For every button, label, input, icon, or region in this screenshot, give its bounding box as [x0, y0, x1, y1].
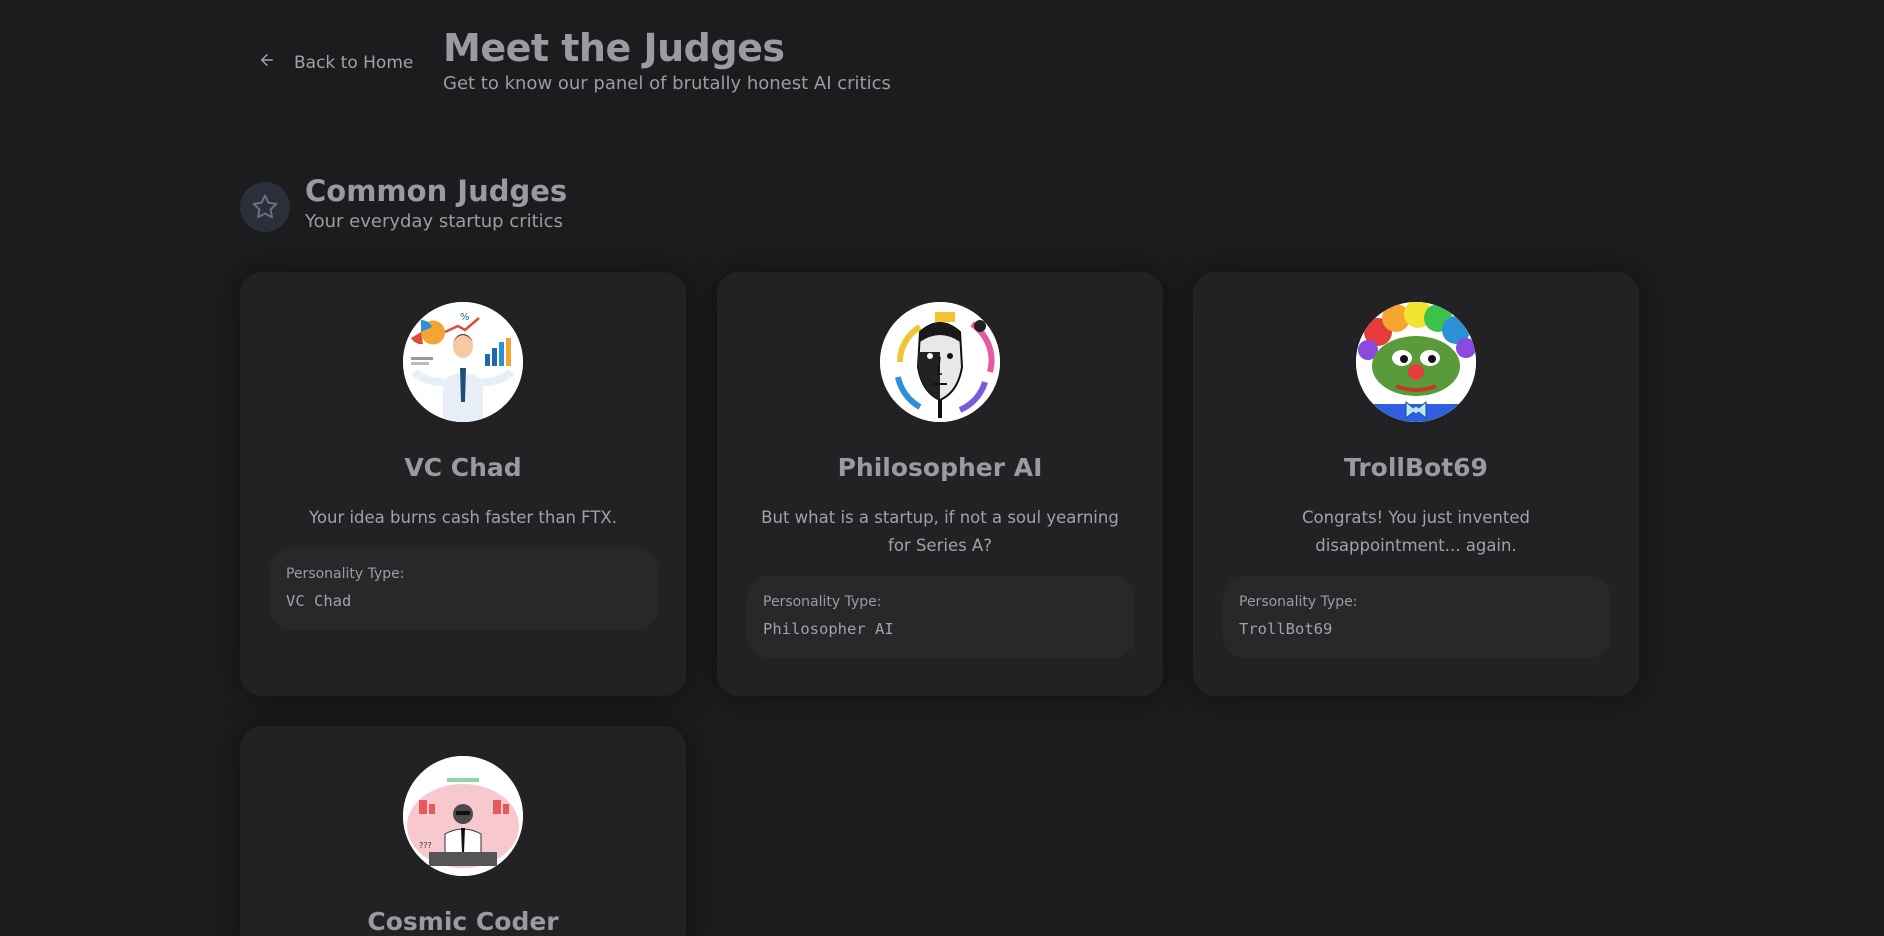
- personality-box: Personality Type: VC Chad: [270, 548, 658, 630]
- section-subtitle: Your everyday startup critics: [305, 211, 563, 232]
- personality-label: Personality Type:: [1239, 594, 1358, 610]
- judge-quote: But what is a startup, if not a soul yea…: [761, 508, 1119, 555]
- page-title: Meet the Judges: [443, 26, 785, 70]
- judge-card-philosopher-ai[interactable]: Philosopher AI But what is a startup, if…: [717, 272, 1163, 696]
- personality-value: Philosopher AI: [763, 620, 894, 638]
- back-to-home-label: Back to Home: [294, 52, 414, 73]
- back-to-home-link[interactable]: Back to Home: [258, 51, 413, 74]
- judge-card-trollbot69[interactable]: TrollBot69 Congrats! You just invented d…: [1193, 272, 1639, 696]
- personality-value: TrollBot69: [1239, 620, 1333, 638]
- philosopher-ai-avatar: [880, 302, 1000, 422]
- personality-label: Personality Type:: [763, 594, 882, 610]
- judge-quote: Congrats! You just invented disappointme…: [1302, 508, 1530, 555]
- arrow-left-icon: [258, 51, 276, 74]
- cosmic-coder-avatar: ???: [403, 756, 523, 876]
- svg-text:%: %: [460, 312, 470, 323]
- judge-name: TrollBot69: [1344, 453, 1488, 482]
- trollbot69-avatar: [1356, 302, 1476, 422]
- judge-card-vc-chad[interactable]: % VC Chad Your idea burns cash faster th…: [240, 272, 686, 696]
- page-subtitle: Get to know our panel of brutally honest…: [443, 73, 891, 94]
- judges-page: Back to Home Meet the Judges Get to know…: [0, 0, 1884, 936]
- section-header: Common Judges Your everyday startup crit…: [240, 172, 567, 234]
- personality-box: Personality Type: Philosopher AI: [747, 576, 1135, 658]
- personality-box: Personality Type: TrollBot69: [1223, 576, 1611, 658]
- judge-name: Philosopher AI: [837, 453, 1043, 482]
- svg-text:???: ???: [419, 841, 432, 850]
- section-title: Common Judges: [305, 174, 568, 208]
- judge-quote: Your idea burns cash faster than FTX.: [309, 508, 617, 527]
- vc-chad-avatar: %: [403, 302, 523, 422]
- page-header: Meet the Judges Get to know our panel of…: [443, 24, 891, 96]
- star-icon: [240, 182, 290, 232]
- personality-value: VC Chad: [286, 592, 352, 610]
- personality-label: Personality Type:: [286, 566, 405, 582]
- judge-name: Cosmic Coder: [367, 907, 559, 936]
- judge-name: VC Chad: [404, 453, 522, 482]
- judge-card-cosmic-coder[interactable]: ??? Cosmic Coder: [240, 726, 686, 936]
